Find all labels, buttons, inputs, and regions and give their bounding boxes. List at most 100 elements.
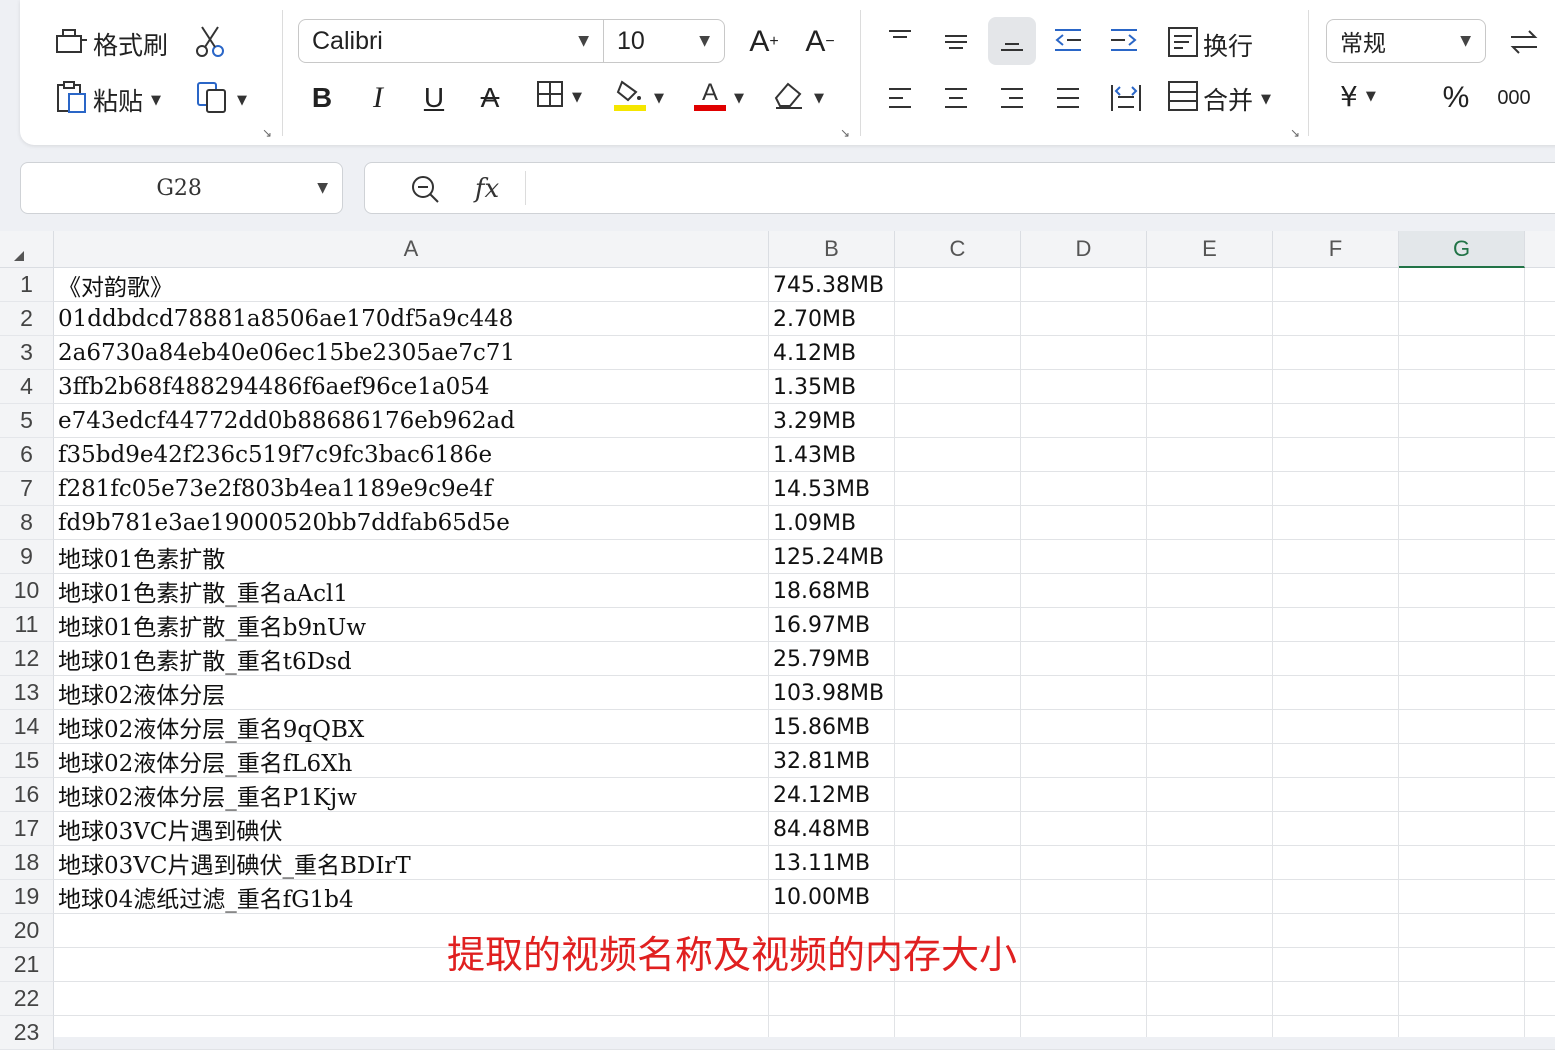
cell-a[interactable]: 01ddbdcd78881a8506ae170df5a9c448 <box>58 302 764 336</box>
chevron-down-icon[interactable]: ▼ <box>1366 89 1376 104</box>
row-header[interactable]: 18 <box>0 846 54 880</box>
font-size-select[interactable]: 10 ▼ <box>603 19 725 63</box>
cell-a[interactable]: f35bd9e42f236c519f7c9fc3bac6186e <box>58 438 764 472</box>
cell-b[interactable] <box>773 1016 893 1050</box>
fx-icon[interactable]: fx <box>467 171 507 207</box>
italic-icon[interactable]: I <box>360 80 396 116</box>
align-bottom-icon[interactable] <box>988 17 1036 65</box>
cell-b[interactable]: 14.53MB <box>773 472 893 506</box>
chevron-down-icon[interactable]: ▼ <box>151 93 161 108</box>
chevron-down-icon[interactable]: ▼ <box>317 180 342 196</box>
cell-b[interactable]: 2.70MB <box>773 302 893 336</box>
cell-b[interactable]: 1.35MB <box>773 370 893 404</box>
underline-icon[interactable]: U <box>416 80 452 116</box>
cell-b[interactable]: 13.11MB <box>773 846 893 880</box>
cell-a[interactable]: 地球02液体分层_重名9qQBX <box>58 710 764 744</box>
row-header[interactable]: 20 <box>0 914 54 948</box>
wrap-text-button[interactable]: 换行 <box>1167 26 1253 64</box>
column-header-d[interactable]: D <box>1021 231 1147 268</box>
increase-indent-icon[interactable] <box>1106 22 1142 58</box>
copy-button[interactable]: ▼ <box>195 80 247 120</box>
align-middle-icon[interactable] <box>938 22 974 58</box>
font-name-select[interactable]: Calibri ▼ <box>298 19 604 63</box>
font-color-button[interactable]: A ▼ <box>694 78 744 118</box>
cell-a[interactable]: 地球03VC片遇到碘伏 <box>58 812 764 846</box>
cell-b[interactable]: 16.97MB <box>773 608 893 642</box>
row-header[interactable]: 8 <box>0 506 54 540</box>
cell-b[interactable]: 3.29MB <box>773 404 893 438</box>
row-header[interactable]: 15 <box>0 744 54 778</box>
chevron-down-icon[interactable]: ▼ <box>572 90 582 105</box>
formula-input[interactable] <box>537 163 1555 213</box>
justify-icon[interactable] <box>1050 80 1086 116</box>
column-header-a[interactable]: A <box>54 231 769 268</box>
cell-b[interactable]: 25.79MB <box>773 642 893 676</box>
worksheet[interactable]: A B C D E F G 1 《对韵歌》 745.38MB 2 01ddbdcd788… <box>0 231 1555 1050</box>
row-header[interactable]: 2 <box>0 302 54 336</box>
row-header[interactable]: 17 <box>0 812 54 846</box>
decrease-font-size-icon[interactable]: A − <box>800 22 840 62</box>
thousands-separator-icon[interactable]: 000 <box>1492 80 1536 116</box>
dialog-launcher-icon[interactable]: ↘ <box>840 126 850 140</box>
column-header-e[interactable]: E <box>1147 231 1273 268</box>
bold-icon[interactable]: B <box>304 80 340 116</box>
cell-a[interactable]: fd9b781e3ae19000520bb7ddfab65d5e <box>58 506 764 540</box>
borders-button[interactable]: ▼ <box>536 80 582 114</box>
cell-b[interactable]: 15.86MB <box>773 710 893 744</box>
cell-a[interactable]: 地球01色素扩散 <box>58 540 764 574</box>
row-header[interactable]: 19 <box>0 880 54 914</box>
row-header[interactable]: 9 <box>0 540 54 574</box>
align-right-icon[interactable] <box>994 80 1030 116</box>
cell-a[interactable]: 《对韵歌》 <box>58 268 764 302</box>
row-header[interactable]: 14 <box>0 710 54 744</box>
row-header[interactable]: 22 <box>0 982 54 1016</box>
cell-a[interactable]: f281fc05e73e2f803b4ea1189e9c9e4f <box>58 472 764 506</box>
cell-b[interactable]: 745.38MB <box>773 268 893 302</box>
cell-b[interactable]: 1.43MB <box>773 438 893 472</box>
distributed-align-icon[interactable] <box>1106 80 1146 116</box>
cell-a[interactable]: 地球02液体分层_重名P1Kjw <box>58 778 764 812</box>
paste-button[interactable]: 粘贴 ▼ <box>55 80 161 120</box>
cell-b[interactable]: 4.12MB <box>773 336 893 370</box>
cell-b[interactable]: 1.09MB <box>773 506 893 540</box>
chevron-down-icon[interactable]: ▼ <box>734 91 744 106</box>
chevron-down-icon[interactable]: ▼ <box>1261 92 1271 107</box>
chevron-down-icon[interactable]: ▼ <box>654 91 664 106</box>
cell-a[interactable]: 地球01色素扩散_重名t6Dsd <box>58 642 764 676</box>
cell-a[interactable]: 地球03VC片遇到碘伏_重名BDIrT <box>58 846 764 880</box>
decrease-indent-icon[interactable] <box>1050 22 1086 58</box>
convert-icon[interactable] <box>1504 22 1544 62</box>
merge-button[interactable]: 合并 ▼ <box>1167 80 1271 118</box>
format-painter-button[interactable]: 格式刷 <box>55 26 168 62</box>
align-left-icon[interactable] <box>882 80 918 116</box>
column-header-h[interactable] <box>1525 231 1555 268</box>
currency-button[interactable]: ¥ ▼ <box>1340 80 1376 113</box>
fill-color-button[interactable]: ▼ <box>614 78 664 118</box>
dialog-launcher-icon[interactable]: ↘ <box>1290 126 1300 140</box>
cell-a[interactable]: 地球02液体分层_重名fL6Xh <box>58 744 764 778</box>
row-header[interactable]: 6 <box>0 438 54 472</box>
cell-b[interactable]: 103.98MB <box>773 676 893 710</box>
align-top-icon[interactable] <box>882 22 918 58</box>
row-header[interactable]: 4 <box>0 370 54 404</box>
cell-a[interactable]: 2a6730a84eb40e06ec15be2305ae7c71 <box>58 336 764 370</box>
row-header[interactable]: 12 <box>0 642 54 676</box>
cell-b[interactable]: 84.48MB <box>773 812 893 846</box>
cell-a[interactable]: e743edcf44772dd0b88686176eb962ad <box>58 404 764 438</box>
row-header[interactable]: 1 <box>0 268 54 302</box>
cell-a[interactable]: 地球01色素扩散_重名aAcl1 <box>58 574 764 608</box>
row-header[interactable]: 3 <box>0 336 54 370</box>
clear-format-button[interactable]: ▼ <box>772 80 824 116</box>
select-all-corner[interactable] <box>0 231 54 268</box>
cell-a[interactable] <box>58 1016 764 1050</box>
cell-b[interactable]: 18.68MB <box>773 574 893 608</box>
cell-a[interactable] <box>58 982 764 1016</box>
name-box[interactable]: G28 ▼ <box>20 162 343 214</box>
column-header-g[interactable]: G <box>1399 231 1525 268</box>
cell-b[interactable]: 10.00MB <box>773 880 893 914</box>
number-format-select[interactable]: 常规 ▼ <box>1326 19 1486 63</box>
strikethrough-icon[interactable]: A <box>472 80 508 116</box>
increase-font-size-icon[interactable]: A + <box>744 22 784 62</box>
cell-b[interactable]: 32.81MB <box>773 744 893 778</box>
cell-a[interactable]: 地球01色素扩散_重名b9nUw <box>58 608 764 642</box>
